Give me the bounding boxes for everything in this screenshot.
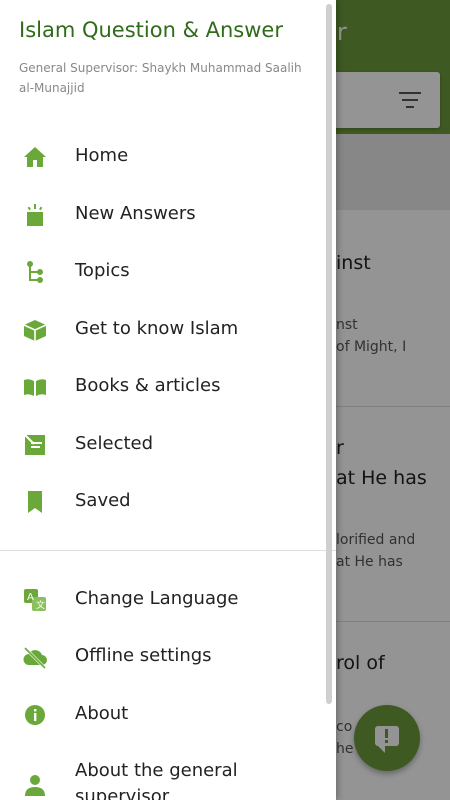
- nav-item-topics[interactable]: Topics: [0, 246, 336, 298]
- nav-item-about[interactable]: About: [0, 689, 336, 741]
- svg-text:A: A: [27, 592, 34, 603]
- nav-item-label: Offline settings: [75, 645, 212, 666]
- home-icon: [22, 144, 48, 170]
- new-answers-icon: [22, 202, 48, 228]
- drawer-divider: [0, 550, 336, 551]
- nav-item-selected[interactable]: Selected: [0, 419, 336, 471]
- nav-item-saved[interactable]: Saved: [0, 476, 336, 528]
- book-icon: [22, 374, 48, 400]
- drawer-title: Islam Question & Answer: [19, 18, 283, 42]
- selected-icon: [22, 432, 48, 458]
- bookmark-icon: [22, 489, 48, 515]
- nav-item-label: Books & articles: [75, 375, 221, 396]
- nav-item-label: Change Language: [75, 588, 239, 609]
- nav-item-home[interactable]: Home: [0, 131, 336, 183]
- person-icon: [22, 772, 48, 798]
- nav-item-about-supervisor[interactable]: About the general supervisor: [0, 746, 336, 800]
- nav-item-label: Home: [75, 145, 129, 166]
- nav-item-label: Saved: [75, 490, 131, 511]
- drawer-subtitle: General Supervisor: Shaykh Muhammad Saal…: [19, 61, 302, 95]
- nav-item-label: Get to know Islam: [75, 318, 239, 339]
- nav-item-get-to-know-islam[interactable]: Get to know Islam: [0, 304, 336, 356]
- nav-item-new-answers[interactable]: New Answers: [0, 189, 336, 241]
- topics-tree-icon: [22, 259, 48, 285]
- translate-icon: A 文: [22, 587, 48, 613]
- drawer-scrollbar[interactable]: [326, 4, 332, 704]
- nav-item-books-articles[interactable]: Books & articles: [0, 361, 336, 413]
- nav-item-label: Selected: [75, 433, 154, 454]
- info-icon: [22, 702, 48, 728]
- nav-item-label: Topics: [75, 260, 130, 281]
- nav-item-label: New Answers: [75, 203, 196, 224]
- nav-item-label: About the general supervisor: [75, 760, 238, 800]
- cloud-off-icon: [22, 644, 48, 670]
- nav-item-change-language[interactable]: A 文 Change Language: [0, 574, 336, 626]
- svg-text:文: 文: [36, 599, 45, 611]
- navigation-drawer: Islam Question & Answer General Supervis…: [0, 0, 336, 800]
- nav-item-offline-settings[interactable]: Offline settings: [0, 631, 336, 683]
- nav-item-label: About: [75, 703, 129, 724]
- box-icon: [22, 317, 48, 343]
